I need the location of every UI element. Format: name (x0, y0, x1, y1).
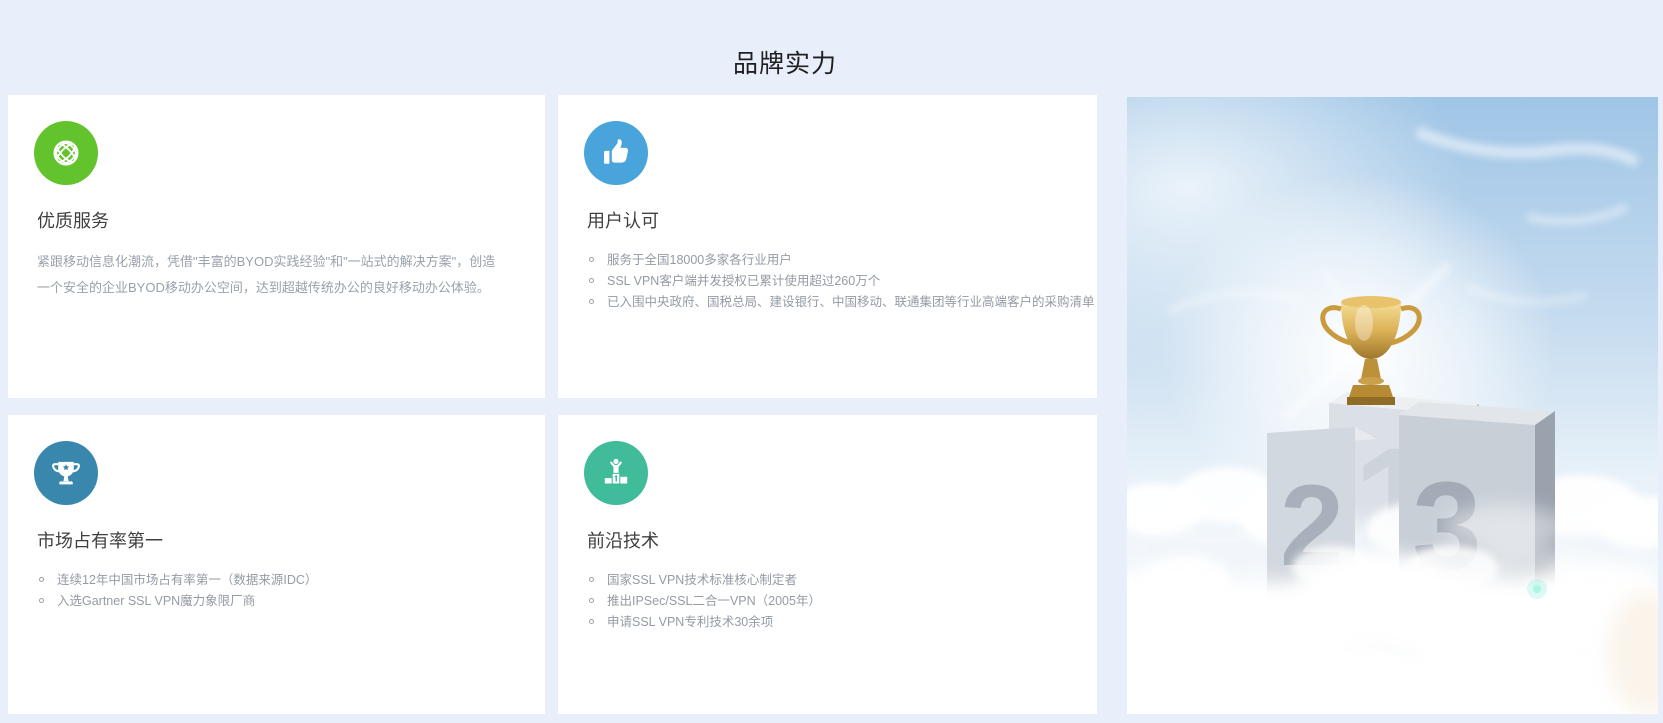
card-user-recognition: 用户认可 服务于全国18000多家各行业用户 SSL VPN客户端并发授权已累计… (558, 95, 1097, 398)
list-item: 服务于全国18000多家各行业用户 (587, 250, 1069, 271)
card-bullet-list: 国家SSL VPN技术标准核心制定者 推出IPSec/SSL二合一VPN（200… (587, 570, 1069, 633)
thumbs-up-icon (584, 121, 648, 185)
list-item: 连续12年中国市场占有率第一（数据来源IDC） (37, 570, 517, 591)
lens-flare (1527, 579, 1547, 599)
page-title: 品牌实力 (0, 17, 1570, 80)
bullet-ring-icon (589, 257, 594, 262)
card-title: 优质服务 (37, 207, 517, 233)
list-item: 入选Gartner SSL VPN魔力象限厂商 (37, 591, 517, 612)
list-item: 申请SSL VPN专利技术30余项 (587, 612, 1069, 633)
bullet-ring-icon (589, 278, 594, 283)
card-title: 市场占有率第一 (37, 527, 517, 553)
card-market-share-first: 市场占有率第一 连续12年中国市场占有率第一（数据来源IDC） 入选Gartne… (8, 415, 545, 714)
list-item: SSL VPN客户端并发授权已累计使用超过260万个 (587, 271, 1069, 292)
bullet-ring-icon (589, 299, 594, 304)
trophy-icon (34, 441, 98, 505)
card-title: 用户认可 (587, 207, 1069, 233)
card-bullet-list: 服务于全国18000多家各行业用户 SSL VPN客户端并发授权已累计使用超过2… (587, 250, 1069, 313)
card-bullet-list: 连续12年中国市场占有率第一（数据来源IDC） 入选Gartner SSL VP… (37, 570, 517, 612)
brand-strength-section: 优质服务 紧跟移动信息化潮流，凭借"丰富的BYOD实践经验"和"一站式的解决方案… (8, 95, 1658, 714)
card-quality-service: 优质服务 紧跟移动信息化潮流，凭借"丰富的BYOD实践经验"和"一站式的解决方案… (8, 95, 545, 398)
list-item: 推出IPSec/SSL二合一VPN（2005年） (587, 591, 1069, 612)
card-frontier-technology: 前沿技术 国家SSL VPN技术标准核心制定者 推出IPSec/SSL二合一VP… (558, 415, 1097, 714)
list-item: 已入围中央政府、国税总局、建设银行、中国移动、联通集团等行业高端客户的采购清单 (587, 292, 1069, 313)
podium-winner-icon (584, 441, 648, 505)
hero-image: 1 (1127, 97, 1658, 714)
column-middle: 用户认可 服务于全国18000多家各行业用户 SSL VPN客户端并发授权已累计… (558, 95, 1097, 714)
list-item: 国家SSL VPN技术标准核心制定者 (587, 570, 1069, 591)
card-title: 前沿技术 (587, 527, 1069, 553)
column-right: 1 (1127, 97, 1658, 714)
bullet-ring-icon (589, 598, 594, 603)
bullet-ring-icon (589, 619, 594, 624)
bullet-ring-icon (589, 577, 594, 582)
bullet-ring-icon (39, 598, 44, 603)
globe-icon (34, 121, 98, 185)
bullet-ring-icon (39, 577, 44, 582)
cloud-sea (1127, 545, 1658, 714)
column-left: 优质服务 紧跟移动信息化潮流，凭借"丰富的BYOD实践经验"和"一站式的解决方案… (8, 95, 545, 714)
card-paragraph: 紧跟移动信息化潮流，凭借"丰富的BYOD实践经验"和"一站式的解决方案"，创造一… (37, 249, 503, 301)
